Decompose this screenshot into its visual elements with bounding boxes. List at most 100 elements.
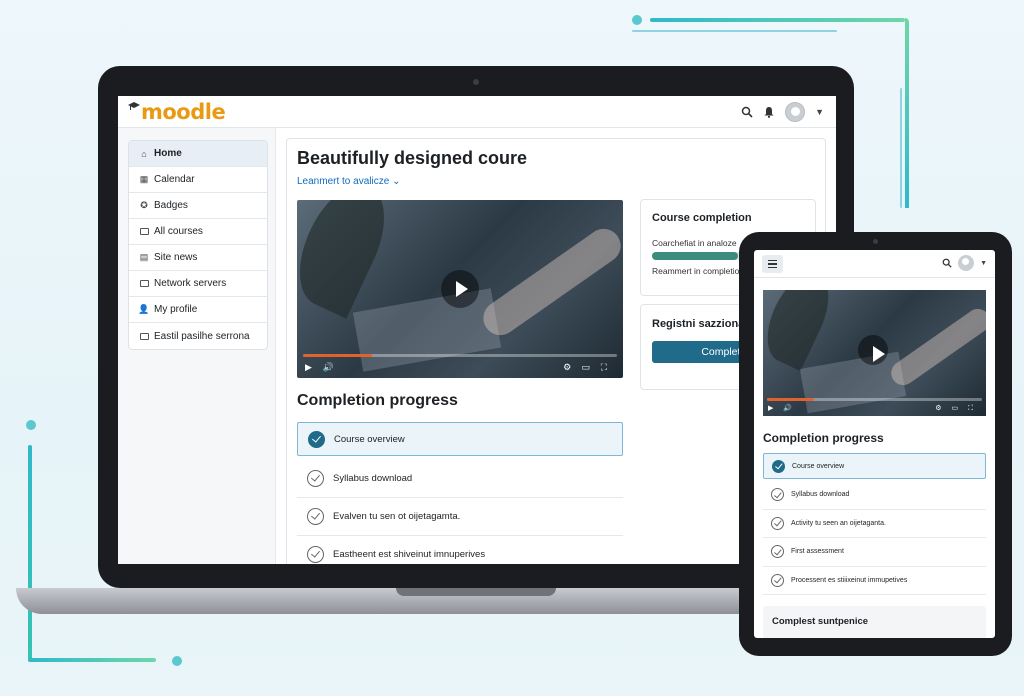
video-progress-fill xyxy=(303,354,373,357)
sidebar-item-home[interactable]: ⌂ Home xyxy=(129,141,267,167)
bell-icon[interactable] xyxy=(763,106,775,118)
sidebar-item-label: Site news xyxy=(154,252,198,263)
list-item-label: Evalven tu sen ot oijetagamta. xyxy=(333,511,461,522)
video-player[interactable]: ▶ 🔊 ⚙ ▭ ⛶ xyxy=(763,290,986,416)
play-icon[interactable]: ▶ xyxy=(305,362,312,373)
news-icon: ▤ xyxy=(139,252,149,262)
sidebar-item-label: Calendar xyxy=(154,174,195,185)
sidebar-item-all-courses[interactable]: All courses xyxy=(129,219,267,245)
list-item[interactable]: Syllabus download xyxy=(297,460,623,498)
play-button[interactable] xyxy=(441,270,479,308)
user-avatar[interactable] xyxy=(958,255,975,271)
home-icon: ⌂ xyxy=(141,148,147,159)
list-item[interactable]: Course overview xyxy=(297,422,623,456)
chevron-down-icon[interactable]: ▼ xyxy=(980,260,987,267)
completion-list: Course overview Syllabus download Activi… xyxy=(763,453,986,595)
video-frame-paper xyxy=(352,288,502,372)
list-item[interactable]: Activity tu seen an oijetaganta. xyxy=(763,510,986,538)
completion-progress-fill xyxy=(652,252,739,260)
settings-icon[interactable]: ⚙ xyxy=(563,362,571,373)
decor-dot xyxy=(26,420,36,430)
user-avatar[interactable] xyxy=(785,102,806,122)
decor-glow-line xyxy=(28,445,32,660)
sidebar-item-extra[interactable]: Eastil pasilhe serrona xyxy=(129,323,267,349)
sidebar-item-network-servers[interactable]: Network servers xyxy=(129,271,267,297)
tablet-navbar-icons: ▼ xyxy=(942,255,987,271)
decor-glow-line xyxy=(905,18,909,208)
theater-mode-icon[interactable]: ▭ xyxy=(952,404,959,412)
list-item-label: Processent es stiiixeinut immupetives xyxy=(791,576,908,584)
volume-icon[interactable]: 🔊 xyxy=(783,404,792,412)
list-item-label: Activity tu seen an oijetaganta. xyxy=(791,519,886,527)
laptop-screen: moodle ▼ ⌂ Home ▦ Calendar ✪ Badges All … xyxy=(118,96,836,564)
list-item-label: Eastheent est shiveinut imnuperives xyxy=(333,549,486,560)
course-subtitle-dropdown[interactable]: Leanmert to avalicze ⌄ xyxy=(297,176,400,187)
sidebar-item-my-profile[interactable]: 👤 My profile xyxy=(129,297,267,323)
sidebar-item-label: My profile xyxy=(154,304,198,315)
list-item-label: Course overview xyxy=(792,462,845,470)
list-item[interactable]: Syllabus download xyxy=(763,481,986,510)
hamburger-menu-icon[interactable] xyxy=(762,255,783,273)
check-circle-icon xyxy=(307,508,324,525)
user-icon: 👤 xyxy=(138,304,150,314)
search-icon[interactable] xyxy=(741,106,753,118)
nav-sidebar: ⌂ Home ▦ Calendar ✪ Badges All courses ▤… xyxy=(128,140,268,350)
moodle-logo[interactable]: moodle xyxy=(128,100,226,124)
graduation-cap-icon xyxy=(128,102,140,110)
sidebar-item-calendar[interactable]: ▦ Calendar xyxy=(129,167,267,193)
check-circle-icon xyxy=(308,430,325,448)
chevron-down-icon: ⌄ xyxy=(392,176,401,187)
course-subtitle-label: Leanmert to avalicze xyxy=(297,176,390,187)
list-item-label: First assessment xyxy=(791,548,844,556)
laptop-camera xyxy=(473,79,479,85)
badge-icon: ✪ xyxy=(140,200,148,210)
check-circle-icon xyxy=(771,573,784,587)
volume-icon[interactable]: 🔊 xyxy=(322,362,333,373)
video-frame-hand xyxy=(476,222,623,342)
summary-card: Complest suntpenice xyxy=(763,606,986,638)
search-icon[interactable] xyxy=(942,258,952,268)
list-item[interactable]: Processent es stiiixeinut immupetives xyxy=(763,567,986,595)
list-item[interactable]: First assessment xyxy=(763,538,986,567)
play-icon[interactable]: ▶ xyxy=(768,404,773,412)
video-frame-hand xyxy=(886,304,986,390)
list-item[interactable]: Evalven tu sen ot oijetagamta. xyxy=(297,498,623,536)
page-title: Beautifully designed coure xyxy=(297,148,528,168)
fullscreen-icon[interactable]: ⛶ xyxy=(968,405,973,413)
tablet-camera xyxy=(873,239,878,244)
check-circle-icon xyxy=(307,546,324,563)
decor-glow-line xyxy=(28,658,156,662)
theater-mode-icon[interactable]: ▭ xyxy=(582,362,591,373)
video-progress-bar[interactable] xyxy=(767,398,982,401)
list-item[interactable]: Course overview xyxy=(763,453,986,479)
video-progress-bar[interactable] xyxy=(303,354,617,357)
decor-glow-line xyxy=(900,88,902,208)
video-frame-plant xyxy=(297,200,402,319)
section-title: Completion progress xyxy=(763,431,884,445)
list-item-label: Syllabus download xyxy=(333,473,413,484)
folder-icon xyxy=(139,279,149,289)
check-circle-icon xyxy=(307,470,324,487)
play-button[interactable] xyxy=(858,335,888,365)
video-frame-plant xyxy=(763,290,841,372)
fullscreen-icon[interactable]: ⛶ xyxy=(601,362,607,373)
sidebar-item-site-news[interactable]: ▤ Site news xyxy=(129,245,267,271)
tablet-navbar: ▼ xyxy=(754,250,995,278)
sidebar-item-badges[interactable]: ✪ Badges xyxy=(129,193,267,219)
video-player[interactable]: ▶ 🔊 ⚙ ▭ ⛶ xyxy=(297,200,623,378)
sidebar-item-label: Home xyxy=(154,148,182,159)
decor-glow-line xyxy=(650,18,905,22)
folder-icon xyxy=(139,227,149,237)
section-title: Completion progress xyxy=(297,392,458,409)
list-item[interactable]: Eastheent est shiveinut imnuperives xyxy=(297,536,623,564)
folder-icon xyxy=(139,331,149,341)
sidebar-item-label: Network servers xyxy=(154,278,227,289)
settings-icon[interactable]: ⚙ xyxy=(935,404,941,412)
check-circle-icon xyxy=(772,459,785,473)
sidebar-item-label: Badges xyxy=(154,200,188,211)
decor-glow-line xyxy=(632,30,837,32)
sidebar-item-label: Eastil pasilhe serrona xyxy=(154,330,250,342)
top-navbar: moodle ▼ xyxy=(118,96,836,128)
chevron-down-icon[interactable]: ▼ xyxy=(815,107,824,117)
decor-dot xyxy=(632,15,642,25)
